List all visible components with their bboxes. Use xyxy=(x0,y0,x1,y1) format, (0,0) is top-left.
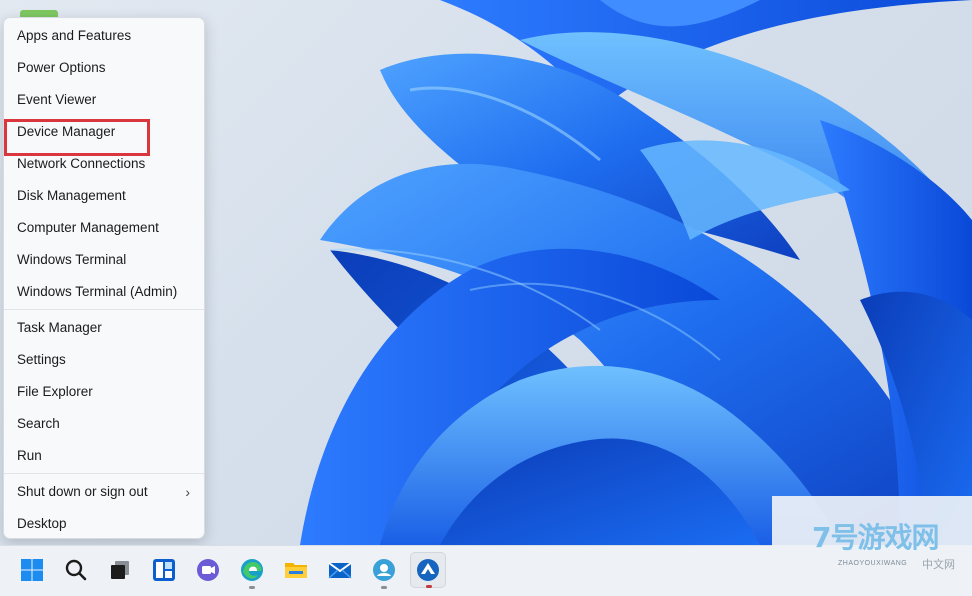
menu-item-label: Shut down or sign out xyxy=(17,484,148,499)
edge-icon xyxy=(241,559,263,581)
running-indicator xyxy=(426,585,432,588)
widgets-icon xyxy=(153,559,175,581)
menu-item-task-manager[interactable]: Task Manager xyxy=(4,312,204,344)
menu-separator xyxy=(4,309,204,310)
chevron-right-icon: › xyxy=(185,484,190,500)
widgets-button[interactable] xyxy=(146,552,182,588)
menu-item-settings[interactable]: Settings xyxy=(4,344,204,376)
task-view-icon xyxy=(111,561,129,579)
running-indicator xyxy=(381,586,387,589)
watermark-logo: 7号游戏网 xyxy=(812,521,939,554)
edge-button[interactable] xyxy=(234,552,270,589)
active-app-button[interactable] xyxy=(410,552,446,588)
search-button[interactable] xyxy=(58,552,94,588)
menu-item-shutdown-signout[interactable]: Shut down or sign out › xyxy=(4,476,204,508)
mail-button[interactable] xyxy=(322,552,358,588)
menu-item-file-explorer[interactable]: File Explorer xyxy=(4,376,204,408)
menu-separator xyxy=(4,473,204,474)
site-watermark: 7号游戏网 ZHAOYOUXIWANG 中文网 xyxy=(772,496,972,596)
mail-icon xyxy=(328,562,352,579)
menu-item-windows-terminal[interactable]: Windows Terminal xyxy=(4,244,204,276)
menu-item-search[interactable]: Search xyxy=(4,408,204,440)
watermark-site-text: 中文网 xyxy=(922,559,955,571)
app-button[interactable] xyxy=(366,552,402,589)
active-app-icon xyxy=(417,559,439,581)
menu-item-computer-management[interactable]: Computer Management xyxy=(4,212,204,244)
chat-button[interactable] xyxy=(190,552,226,588)
start-button[interactable] xyxy=(14,552,50,588)
winx-context-menu: Apps and Features Power Options Event Vi… xyxy=(3,17,205,539)
menu-item-run[interactable]: Run xyxy=(4,440,204,472)
menu-item-device-manager[interactable]: Device Manager xyxy=(4,116,204,148)
file-explorer-icon xyxy=(285,563,307,578)
watermark-subtext: ZHAOYOUXIWANG xyxy=(838,560,908,567)
teams-chat-icon xyxy=(197,559,219,581)
menu-item-event-viewer[interactable]: Event Viewer xyxy=(4,84,204,116)
running-indicator xyxy=(249,586,255,589)
menu-item-network-connections[interactable]: Network Connections xyxy=(4,148,204,180)
menu-item-power-options[interactable]: Power Options xyxy=(4,52,204,84)
menu-item-windows-terminal-admin[interactable]: Windows Terminal (Admin) xyxy=(4,276,204,308)
app-icon xyxy=(373,559,395,581)
partial-window-edge xyxy=(20,10,58,17)
menu-item-apps-features[interactable]: Apps and Features xyxy=(4,20,204,52)
search-icon xyxy=(65,559,87,581)
menu-item-desktop[interactable]: Desktop xyxy=(4,508,204,540)
menu-item-disk-management[interactable]: Disk Management xyxy=(4,180,204,212)
file-explorer-button[interactable] xyxy=(278,552,314,588)
start-icon xyxy=(21,559,43,581)
task-view-button[interactable] xyxy=(102,552,138,588)
